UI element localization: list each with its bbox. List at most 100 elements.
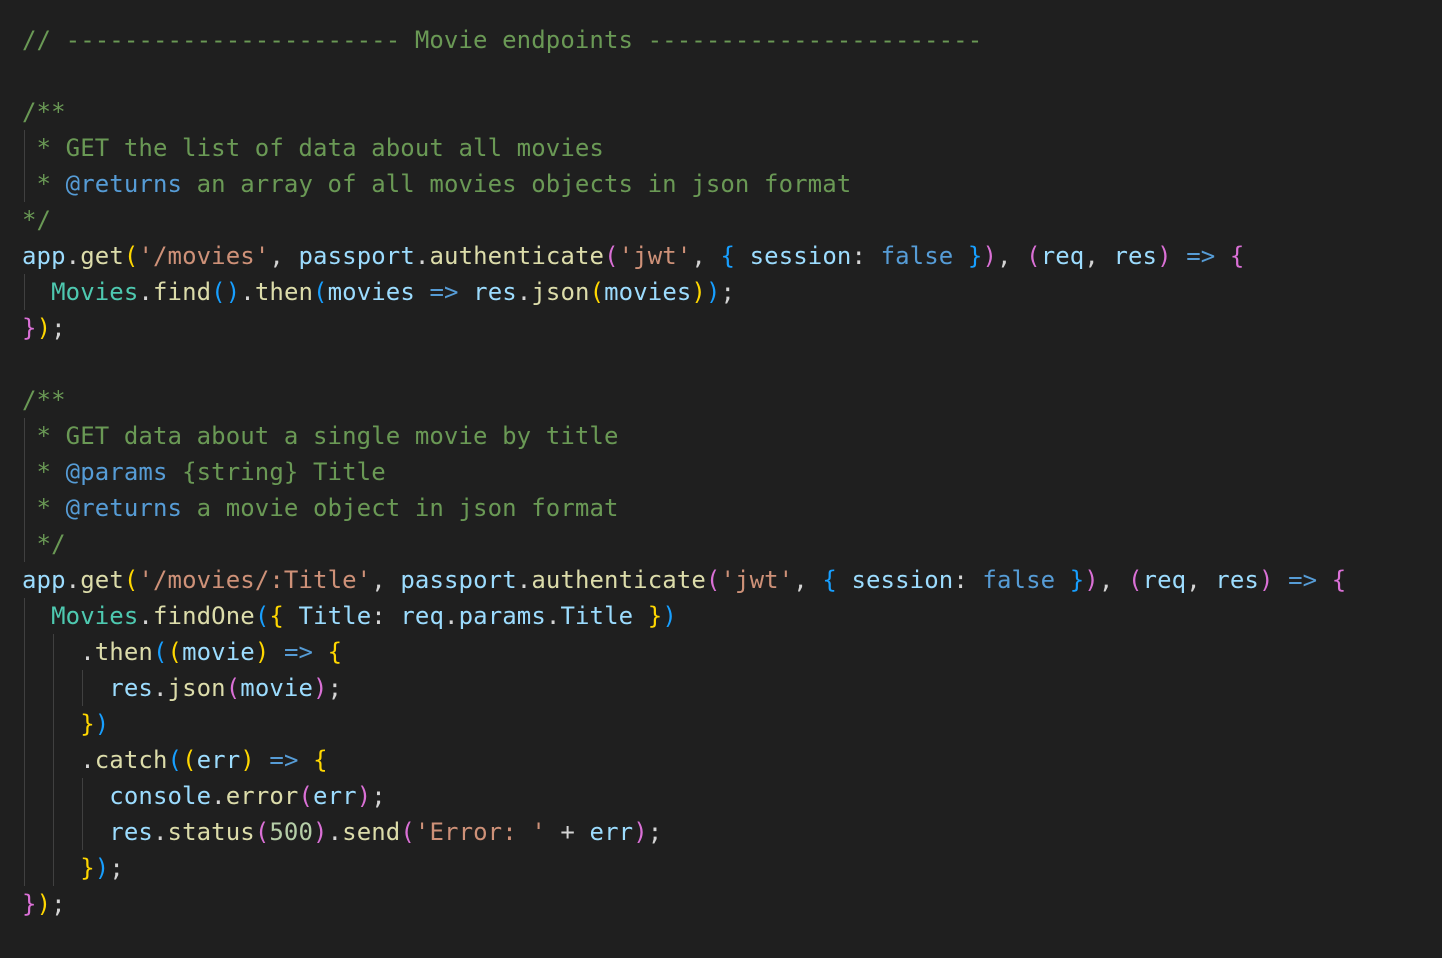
code-token: */: [22, 206, 52, 234]
code-token: (: [123, 242, 139, 270]
code-token: err: [196, 746, 241, 774]
code-line[interactable]: app.get('/movies/:Title', passport.authe…: [22, 562, 1346, 598]
code-token: Title: [560, 602, 634, 630]
code-token: movies: [327, 278, 415, 306]
code-line[interactable]: app.get('/movies', passport.authenticate…: [22, 238, 1244, 274]
code-token: 500: [269, 818, 314, 846]
code-token: =>: [1186, 242, 1216, 270]
code-token: {: [313, 746, 328, 774]
code-line[interactable]: * GET the list of data about all movies: [22, 130, 604, 166]
code-token: req: [1040, 242, 1085, 270]
code-token: +: [545, 818, 590, 846]
code-token: :: [851, 242, 881, 270]
code-line[interactable]: Movies.findOne({ Title: req.params.Title…: [22, 598, 677, 634]
code-token: params: [458, 602, 546, 630]
code-line[interactable]: });: [22, 850, 124, 886]
code-token: ): [1258, 566, 1274, 594]
code-token: (: [182, 746, 197, 774]
code-token: ,: [1084, 242, 1114, 270]
code-line[interactable]: * @returns a movie object in json format: [22, 490, 619, 526]
code-token: ): [313, 674, 328, 702]
code-token: .: [138, 278, 153, 306]
code-token: (: [705, 566, 721, 594]
code-line[interactable]: * @returns an array of all movies object…: [22, 166, 852, 202]
code-token: {: [1229, 242, 1245, 270]
code-line[interactable]: /**: [22, 382, 66, 418]
code-token: 'Error: ': [414, 818, 546, 846]
code-token: .: [22, 746, 95, 774]
code-line[interactable]: res.json(movie);: [22, 670, 342, 706]
code-token: }: [22, 890, 37, 918]
code-line[interactable]: res.status(500).send('Error: ' + err);: [22, 814, 662, 850]
code-line[interactable]: });: [22, 310, 66, 346]
code-token: .: [444, 602, 459, 630]
code-line[interactable]: * @params {string} Title: [22, 454, 386, 490]
code-token: ): [691, 278, 706, 306]
code-token: (: [400, 818, 415, 846]
code-line[interactable]: */: [22, 526, 66, 562]
code-token: ): [356, 782, 372, 810]
code-token: =>: [1288, 566, 1318, 594]
code-token: (: [298, 782, 314, 810]
code-token: catch: [94, 746, 168, 774]
code-line[interactable]: * GET data about a single movie by title: [22, 418, 619, 454]
code-token: then: [254, 278, 314, 306]
code-token: (: [254, 818, 270, 846]
code-line[interactable]: .catch((err) => {: [22, 742, 328, 778]
code-token: // ----------------------- Movie endpoin…: [22, 26, 983, 54]
code-token: send: [342, 818, 401, 846]
code-token: app: [22, 242, 66, 270]
code-token: res: [109, 818, 153, 846]
code-token: res: [473, 278, 517, 306]
code-line[interactable]: });: [22, 886, 66, 922]
code-token: * GET the list of data about all movies: [22, 134, 604, 162]
code-token: .: [152, 674, 168, 702]
code-line[interactable]: console.error(err);: [22, 778, 386, 814]
code-line[interactable]: /**: [22, 94, 66, 130]
code-token: authenticate: [531, 566, 706, 594]
code-token: }: [647, 602, 663, 630]
code-token: ;: [647, 818, 663, 846]
code-token: *: [22, 494, 66, 522]
code-token: ): [662, 602, 677, 630]
code-token: movies: [604, 278, 692, 306]
code-line[interactable]: }): [22, 706, 109, 742]
code-token: ): [36, 890, 52, 918]
code-line[interactable]: .then((movie) => {: [22, 634, 342, 670]
code-token: (: [1127, 566, 1143, 594]
code-token: ;: [51, 314, 66, 342]
code-token: (: [589, 278, 605, 306]
code-token: }: [80, 854, 95, 882]
code-token: ): [633, 818, 648, 846]
code-token: .: [65, 242, 81, 270]
code-line[interactable]: */: [22, 202, 51, 238]
code-token: (: [225, 674, 241, 702]
code-token: ,: [997, 242, 1027, 270]
code-token: res: [1215, 566, 1259, 594]
code-token: res: [109, 674, 153, 702]
code-token: ;: [327, 674, 343, 702]
code-line[interactable]: Movies.find().then(movies => res.json(mo…: [22, 274, 735, 310]
code-token: ,: [269, 242, 299, 270]
code-token: req: [1142, 566, 1187, 594]
code-token: =>: [283, 638, 314, 666]
code-token: /**: [22, 98, 66, 126]
code-token: {: [1331, 566, 1347, 594]
code-token: ): [705, 278, 721, 306]
code-token: ,: [1098, 566, 1128, 594]
code-line[interactable]: // ----------------------- Movie endpoin…: [22, 22, 982, 58]
code-token: *: [22, 170, 66, 198]
code-token: ): [313, 818, 328, 846]
code-token: }: [1069, 566, 1085, 594]
code-editor[interactable]: // ----------------------- Movie endpoin…: [0, 0, 1442, 958]
